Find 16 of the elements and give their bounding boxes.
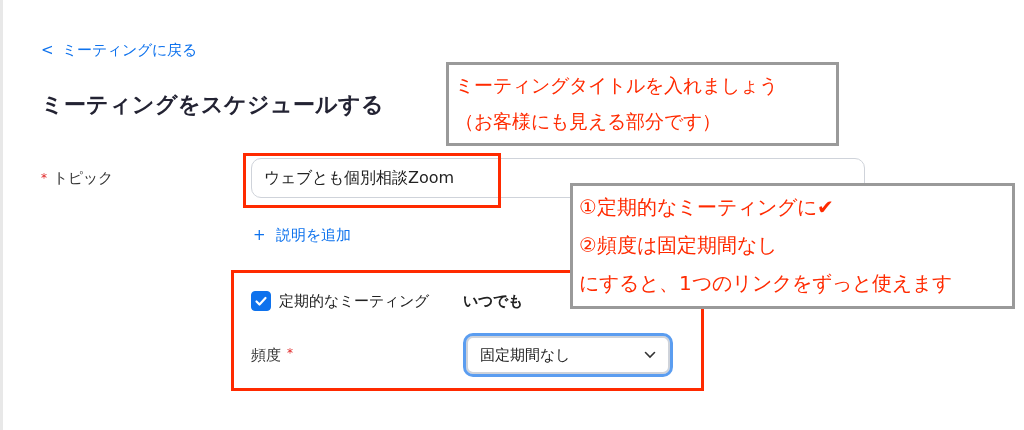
checkbox-label: 定期的なミーティング [279, 291, 429, 311]
required-mark: * [41, 171, 47, 185]
checkbox[interactable] [251, 291, 271, 311]
field-label: トピック [53, 168, 113, 188]
annotation-text: にすると、1つのリンクをずっと使えます [579, 270, 953, 297]
annotation-text: （お客様にも見える部分です） [455, 109, 722, 134]
annotation-text: ミーティングタイトルを入れましょう [455, 73, 779, 98]
page-title: ミーティングをスケジュールする [41, 91, 385, 119]
annotation-text: ②頻度は固定期間なし [579, 232, 778, 259]
required-mark: * [287, 345, 293, 360]
back-link[interactable]: < ミーティングに戻る [41, 41, 198, 60]
field-label: 頻度 [251, 345, 281, 365]
frequency-dropdown[interactable]: 固定期間なし [463, 333, 673, 377]
chevron-down-icon [644, 351, 656, 359]
add-description-link[interactable]: + 説明を追加 [253, 226, 352, 245]
recurrence-text: いつでも [463, 291, 523, 311]
